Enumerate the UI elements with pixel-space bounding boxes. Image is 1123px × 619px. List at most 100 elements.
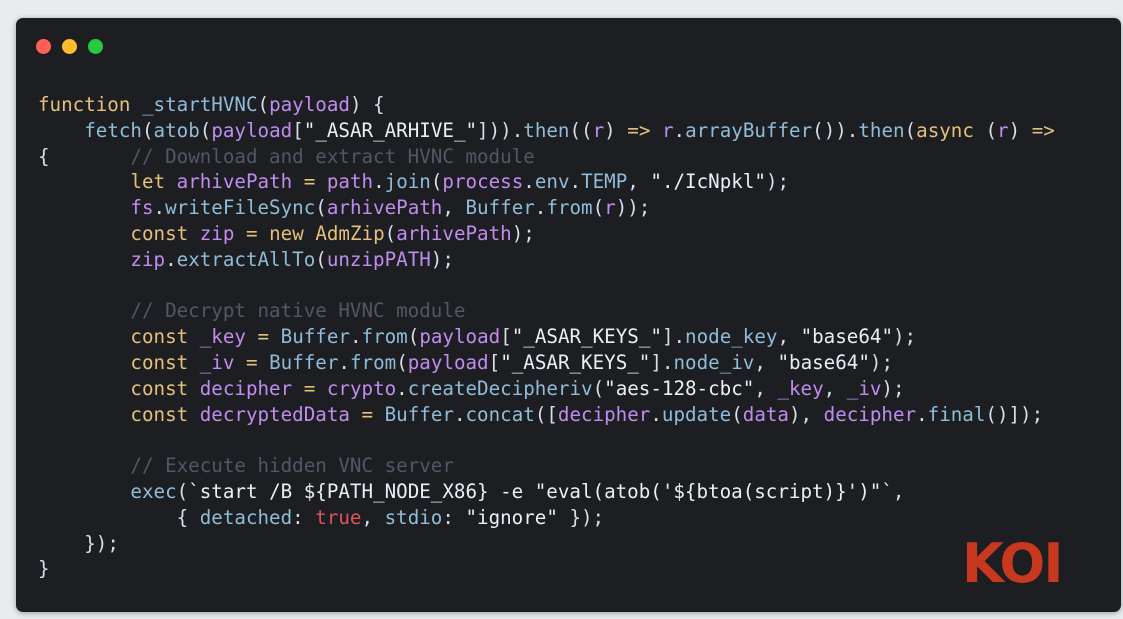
code-token: . [569,170,582,194]
code-token: new [269,221,304,245]
code-token: final [927,402,986,426]
code-token: Buffer [280,325,350,349]
code-line: const decipher = crypto.createDecipheriv… [38,376,1055,402]
code-token: )); [615,196,651,220]
code-token: update [661,402,732,426]
code-token: const [130,350,189,374]
code-token: _key [777,376,824,400]
code-token: [ [500,325,512,349]
code-token: , [442,196,466,220]
code-token: from [349,350,397,374]
code-line: { detached: true, stdio: "ignore" }); [38,505,1055,531]
code-token: path [326,170,374,194]
code-token: r [661,118,674,142]
code-token: const [130,376,189,400]
code-token: decryptedData [199,402,350,426]
code-token: r [604,196,616,220]
code-token: ( [384,221,397,245]
code-token: . [165,247,177,271]
code-token: payload [211,118,293,142]
code-token: ]. [661,325,686,349]
code-token: r [997,118,1009,142]
code-token: ]. [650,350,674,374]
code-block: function _startHVNC(payload) { fetch(ato… [38,92,1055,582]
code-token: let [130,170,166,194]
code-token: "aes-128-cbc" [604,376,755,400]
code-token: ])). [477,118,524,142]
code-token: data [742,402,789,426]
code-token: "_ASAR_KEYS_" [500,350,651,374]
minimize-icon[interactable] [62,39,77,54]
code-token: atob [153,118,200,142]
code-token: ) [604,118,628,142]
code-token: function [38,93,131,116]
code-token: createDecipheriv [407,376,593,400]
code-token: ); [430,247,454,271]
code-token: "ignore" [465,505,558,529]
code-token: => [627,118,651,142]
code-token: const [130,221,189,245]
code-token: TEMP [581,170,628,194]
code-token: ) { [349,93,385,116]
code-token: fs [130,196,154,220]
code-token: ( [973,118,998,142]
code-token: AdmZip [315,221,385,245]
code-token: Buffer [384,402,454,426]
code-token: ), [789,402,824,426]
code-line: const _key = Buffer.from(payload["_ASAR_… [38,324,1055,350]
code-token: }); [557,505,605,529]
code-token: arrayBuffer [685,118,813,142]
code-token: unzipPATH [326,247,431,271]
code-token: . [349,325,362,349]
code-token: payload [407,350,489,374]
code-token: ( [315,196,327,220]
code-token: = [245,350,258,374]
code-token: detached [199,505,293,529]
code-token: => [1031,118,1055,142]
code-token: . [523,170,535,194]
code-token: { [176,505,200,529]
code-token: "base64" [800,325,893,349]
code-token: ( [430,170,443,194]
code-token: , [777,325,801,349]
code-comment: // Download and extract HVNC module [130,144,535,168]
code-token: const [130,402,189,426]
maximize-icon[interactable] [88,39,103,54]
koi-logo: KOI [962,532,1063,595]
window-titlebar [16,18,1121,78]
close-icon[interactable] [36,39,51,54]
code-token: . [338,350,350,374]
code-token: "_ASAR_KEYS_" [511,325,662,349]
code-token: "_ASAR_ARHIVE_" [303,118,478,142]
code-token: from [546,196,593,220]
code-token: r [592,118,605,142]
code-line: }); [38,531,1055,557]
code-token: fetch [84,118,142,142]
code-token: : [442,505,466,529]
code-token: . [916,402,928,426]
code-token: "./IcNpkl" [650,170,766,194]
code-token: then [523,118,570,142]
code-token: "base64" [777,350,870,374]
code-token: . [650,402,662,426]
code-token: ( [904,118,917,142]
